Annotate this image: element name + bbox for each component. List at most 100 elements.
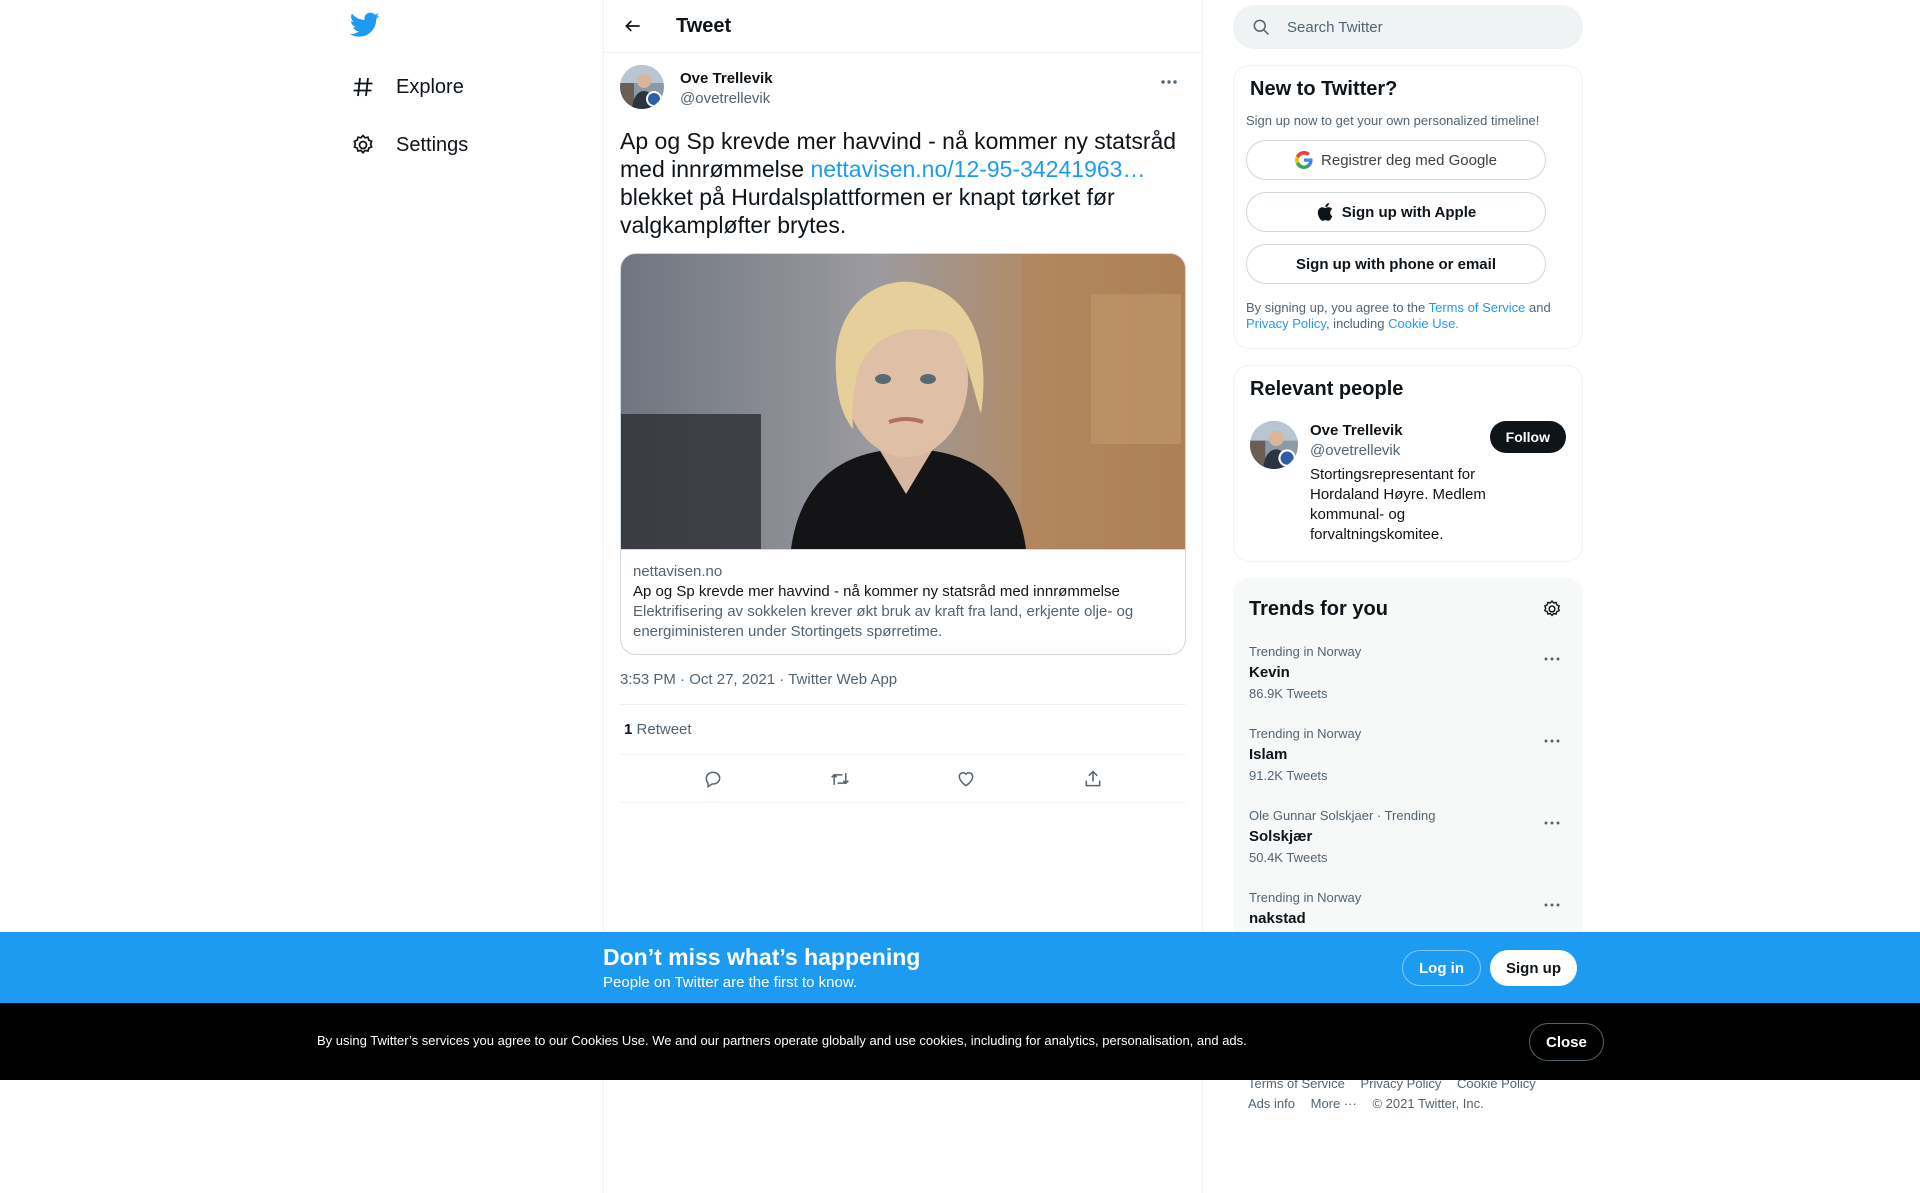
- legal-including: , including: [1325, 316, 1389, 331]
- trend-item[interactable]: Trending in Norway Islam 91.2K Tweets: [1245, 710, 1571, 792]
- signup-subtitle: Sign up now to get your own personalized…: [1246, 113, 1540, 128]
- author-name[interactable]: Ove Trellevik: [680, 69, 773, 89]
- tweet-link[interactable]: nettavisen.no/12-95-34241963…: [810, 156, 1145, 182]
- card-description: Elektrifisering av sokkelen krever økt b…: [633, 603, 1134, 640]
- legal-prefix: By signing up, you agree to the: [1246, 300, 1429, 315]
- tweet-more-button[interactable]: [1152, 65, 1186, 99]
- share-button[interactable]: [1074, 760, 1112, 798]
- more-dots-icon: [1161, 80, 1177, 84]
- more-dots-icon: [1544, 903, 1560, 907]
- person-bio: Stortingsrepresentant for Hordaland Høyr…: [1310, 466, 1486, 543]
- trends-settings-button[interactable]: [1533, 590, 1571, 628]
- more-dots-icon: [1544, 821, 1560, 825]
- trend-name: Kevin: [1249, 664, 1290, 681]
- follow-button[interactable]: Follow: [1489, 421, 1566, 453]
- phone-signup-label: Sign up with phone or email: [1295, 255, 1496, 273]
- retweet-label: Retweet: [636, 721, 692, 738]
- reply-button[interactable]: [694, 760, 732, 798]
- trend-count: 50.4K Tweets: [1249, 850, 1328, 865]
- trend-more-button[interactable]: [1537, 644, 1567, 674]
- trend-more-button[interactable]: [1537, 808, 1567, 838]
- signup-bar: Don’t miss what’s happening People on Tw…: [0, 932, 1920, 1003]
- privacy-link[interactable]: Privacy Policy: [1246, 316, 1326, 331]
- trend-name: nakstad: [1249, 910, 1306, 927]
- google-icon: [1295, 151, 1313, 169]
- more-dots-icon: [1544, 657, 1560, 661]
- cookie-banner: By using Twitter’s services you agree to…: [0, 1003, 1920, 1080]
- trend-item[interactable]: Ole Gunnar Solskjaer · Trending Solskjær…: [1245, 792, 1571, 874]
- signup-panel: New to Twitter? Sign up now to get your …: [1233, 65, 1583, 349]
- link-card[interactable]: nettavisen.no Ap og Sp krevde mer havvin…: [620, 253, 1186, 655]
- trends-panel: Trends for you Trending in Norway Kevin …: [1233, 578, 1583, 964]
- relevant-people-title: Relevant people: [1250, 378, 1404, 400]
- signup-bar-subtitle: People on Twitter are the first to know.: [603, 974, 858, 991]
- google-signup-button[interactable]: Registrer deg med Google: [1246, 140, 1546, 180]
- back-button[interactable]: [616, 9, 650, 43]
- terms-link[interactable]: Terms of Service: [1429, 300, 1526, 315]
- trend-item[interactable]: Trending in Norway Kevin 86.9K Tweets: [1245, 628, 1571, 710]
- relevant-person[interactable]: Ove Trellevik @ovetrellevik Stortingsrep…: [1246, 421, 1570, 545]
- login-button[interactable]: Log in: [1402, 950, 1481, 986]
- cookie-close-button[interactable]: Close: [1529, 1023, 1604, 1061]
- share-icon: [1085, 769, 1101, 786]
- trends-header: Trends for you: [1245, 590, 1571, 628]
- legal-and: and: [1525, 300, 1551, 315]
- trend-more-button[interactable]: [1537, 890, 1567, 920]
- apple-signup-button[interactable]: Sign up with Apple: [1246, 192, 1546, 232]
- search-input[interactable]: [1287, 18, 1537, 36]
- trends-title: Trends for you: [1249, 597, 1388, 620]
- gear-icon: [1543, 600, 1561, 617]
- tweet-author: Ove Trellevik @ovetrellevik: [620, 65, 1186, 113]
- trend-meta: Ole Gunnar Solskjaer · Trending: [1249, 808, 1436, 823]
- tweet: Ove Trellevik @ovetrellevik Ap og Sp kre…: [604, 53, 1202, 803]
- trend-name: Solskjær: [1249, 828, 1313, 845]
- avatar[interactable]: [1250, 421, 1298, 469]
- phone-signup-button[interactable]: Sign up with phone or email: [1246, 244, 1546, 284]
- tweet-text: Ap og Sp krevde mer havvind - nå kommer …: [620, 127, 1186, 239]
- trend-count: 91.2K Tweets: [1249, 768, 1328, 783]
- right-sidebar: New to Twitter? Sign up now to get your …: [1233, 0, 1583, 964]
- tweet-date[interactable]: Oct 27, 2021: [689, 671, 775, 688]
- arrow-left-icon: [625, 20, 640, 32]
- search-box[interactable]: [1233, 5, 1583, 49]
- column-header: Tweet: [604, 0, 1202, 53]
- nav-explore-label: Explore: [396, 75, 464, 98]
- trend-count: 86.9K Tweets: [1249, 686, 1328, 701]
- signup-button[interactable]: Sign up: [1490, 950, 1577, 986]
- retweet-button[interactable]: [821, 760, 859, 798]
- person-info: Ove Trellevik @ovetrellevik Stortingsrep…: [1310, 421, 1520, 545]
- trend-meta: Trending in Norway: [1249, 644, 1362, 659]
- cookie-use-link[interactable]: Cookie Use.: [1388, 316, 1459, 331]
- tweet-source[interactable]: Twitter Web App: [788, 671, 897, 688]
- more-dots-icon: [1544, 739, 1560, 743]
- signup-legal: By signing up, you agree to the Terms of…: [1246, 300, 1570, 332]
- trend-more-button[interactable]: [1537, 726, 1567, 756]
- search-icon: [1253, 19, 1270, 36]
- signup-title: New to Twitter?: [1250, 78, 1398, 100]
- trend-meta: Trending in Norway: [1249, 890, 1362, 905]
- person-name[interactable]: Ove Trellevik: [1310, 421, 1520, 441]
- signup-bar-title: Don’t miss what’s happening: [603, 944, 921, 970]
- twitter-bird-icon[interactable]: [349, 12, 384, 44]
- person-handle[interactable]: @ovetrellevik: [1310, 441, 1520, 461]
- footer-ads-link[interactable]: Ads info: [1248, 1096, 1295, 1111]
- google-signup-label: Registrer deg med Google: [1321, 151, 1497, 169]
- reply-icon: [705, 771, 721, 788]
- footer-links: Terms of Service Privacy Policy Cookie P…: [1248, 1074, 1578, 1114]
- trend-meta: Trending in Norway: [1249, 726, 1362, 741]
- footer-more-link[interactable]: More ···: [1311, 1096, 1357, 1111]
- tweet-time[interactable]: 3:53 PM: [620, 671, 676, 688]
- hashtag-icon: [350, 74, 376, 100]
- card-image: [621, 254, 1185, 549]
- tweet-stats[interactable]: 1 Retweet: [620, 705, 1186, 755]
- gear-icon: [350, 132, 376, 158]
- tweet-timestamp: 3:53 PM · Oct 27, 2021 · Twitter Web App: [620, 671, 1186, 705]
- author-handle[interactable]: @ovetrellevik: [680, 89, 773, 109]
- like-button[interactable]: [947, 760, 985, 798]
- card-domain: nettavisen.no: [633, 563, 723, 580]
- nav-explore[interactable]: Explore: [350, 65, 464, 109]
- retweet-icon: [830, 772, 849, 785]
- nav-settings[interactable]: Settings: [350, 123, 468, 167]
- avatar[interactable]: [620, 65, 664, 109]
- trend-name: Islam: [1249, 746, 1288, 763]
